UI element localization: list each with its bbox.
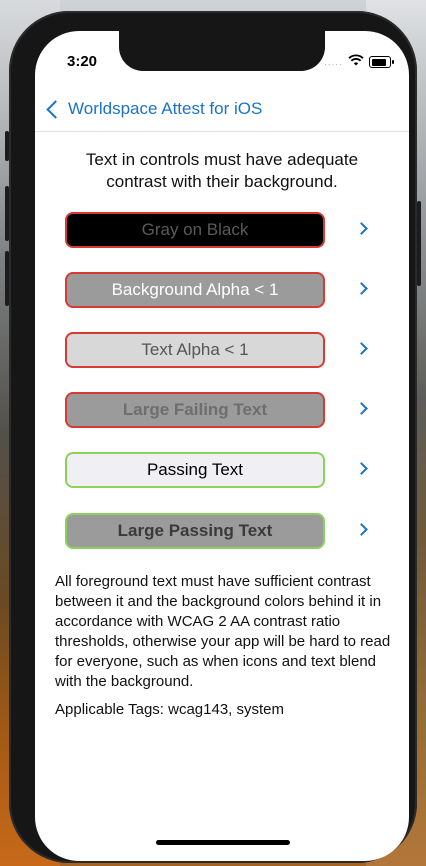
contrast-row: Large Passing Text [65, 513, 381, 553]
contrast-test-button[interactable]: Text Alpha < 1 [65, 332, 325, 368]
contrast-row: Gray on Black [65, 212, 381, 252]
navigation-bar: Worldspace Attest for iOS [35, 87, 409, 132]
back-button-label: Worldspace Attest for iOS [68, 99, 263, 118]
back-button[interactable]: Worldspace Attest for iOS [43, 99, 262, 119]
mute-switch [5, 131, 9, 161]
chevron-right-icon[interactable] [355, 282, 368, 295]
notch [119, 31, 325, 71]
battery-icon [369, 56, 394, 68]
contrast-row: Passing Text [65, 452, 381, 492]
applicable-tags: Applicable Tags: wcag143, system [55, 701, 285, 718]
contrast-test-button-label: Background Alpha < 1 [111, 280, 279, 299]
contrast-test-button[interactable]: Gray on Black [65, 212, 325, 248]
phone-frame: 3:20 ..... Worldspace Attest for iOS Tex… [5, 11, 421, 863]
contrast-test-button[interactable]: Passing Text [65, 452, 325, 488]
home-indicator[interactable] [156, 840, 290, 845]
wifi-icon [348, 53, 364, 71]
chevron-right-icon[interactable] [355, 402, 368, 415]
status-time: 3:20 [67, 53, 98, 70]
signal-icon: ..... [324, 56, 343, 68]
contrast-row: Large Failing Text [65, 392, 381, 432]
page-heading: Text in controls must have adequate cont… [85, 150, 359, 191]
volume-down-button [5, 251, 9, 306]
chevron-right-icon[interactable] [355, 523, 368, 536]
contrast-test-button[interactable]: Large Passing Text [65, 513, 325, 549]
contrast-row: Text Alpha < 1 [65, 332, 381, 372]
contrast-test-button-label: Gray on Black [141, 220, 249, 239]
contrast-row: Background Alpha < 1 [65, 272, 381, 312]
contrast-test-button-label: Large Failing Text [122, 400, 268, 419]
contrast-test-button[interactable]: Background Alpha < 1 [65, 272, 325, 308]
chevron-right-icon[interactable] [355, 222, 368, 235]
chevron-right-icon[interactable] [355, 342, 368, 355]
volume-up-button [5, 186, 9, 241]
contrast-test-button-label: Text Alpha < 1 [141, 340, 249, 359]
status-icons: ..... [324, 53, 394, 71]
chevron-left-icon [46, 99, 65, 119]
contrast-test-button-label: Passing Text [146, 460, 244, 479]
screen: 3:20 ..... Worldspace Attest for iOS Tex… [35, 31, 409, 861]
chevron-right-icon[interactable] [355, 462, 368, 475]
contrast-test-button-label: Large Passing Text [117, 521, 273, 540]
power-button [417, 201, 421, 286]
rule-description: All foreground text must have sufficient… [55, 573, 391, 690]
contrast-test-button[interactable]: Large Failing Text [65, 392, 325, 428]
